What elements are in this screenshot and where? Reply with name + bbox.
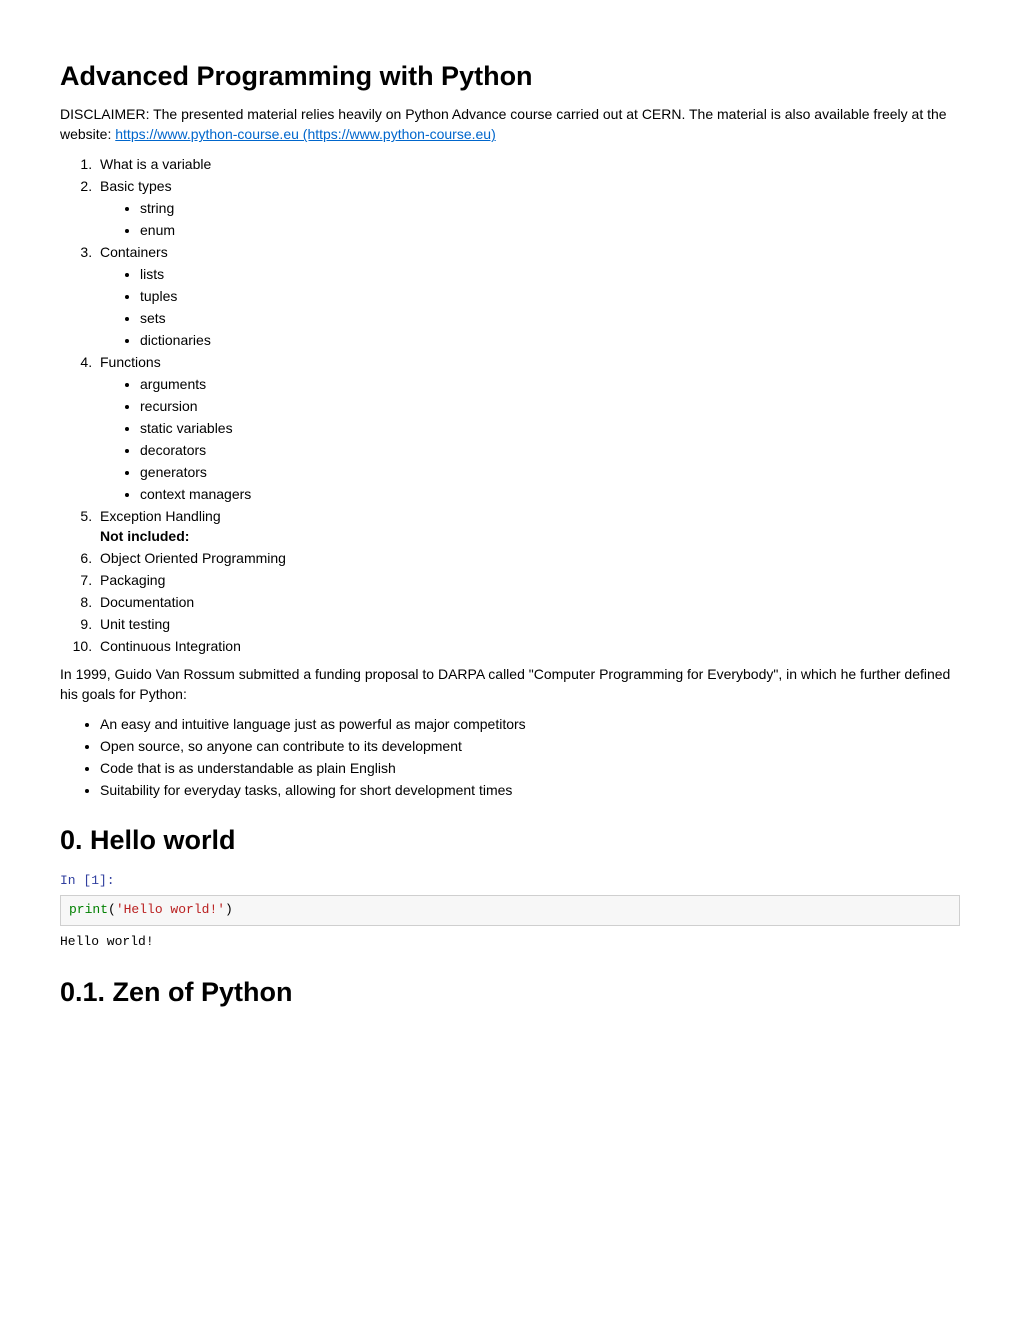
toc-subitem: sets xyxy=(140,308,960,328)
toc-item: Unit testing xyxy=(96,614,960,634)
disclaimer-paragraph: DISCLAIMER: The presented material relie… xyxy=(60,104,960,144)
toc-item-label: Containers xyxy=(100,244,168,260)
history-paragraph: In 1999, Guido Van Rossum submitted a fu… xyxy=(60,664,960,704)
toc-item: Basic types string enum xyxy=(96,176,960,240)
toc-subitem: string xyxy=(140,198,960,218)
toc-item: Documentation xyxy=(96,592,960,612)
section-heading-0: 0. Hello world xyxy=(60,824,960,856)
code-paren: ) xyxy=(225,902,233,917)
toc-item-label: Basic types xyxy=(100,178,172,194)
code-paren: ( xyxy=(108,902,116,917)
toc-item: Containers lists tuples sets dictionarie… xyxy=(96,242,960,350)
toc-item: Continuous Integration xyxy=(96,636,960,656)
toc-subitem: static variables xyxy=(140,418,960,438)
toc-subitem: enum xyxy=(140,220,960,240)
cell-output: Hello world! xyxy=(60,932,960,952)
toc-sublist: arguments recursion static variables dec… xyxy=(100,374,960,504)
page-title: Advanced Programming with Python xyxy=(60,60,960,92)
toc-subitem: dictionaries xyxy=(140,330,960,350)
goals-list: An easy and intuitive language just as p… xyxy=(60,714,960,800)
toc-sublist: lists tuples sets dictionaries xyxy=(100,264,960,350)
toc-item-label: Exception Handling xyxy=(100,508,221,524)
toc-subitem: generators xyxy=(140,462,960,482)
goal-item: Open source, so anyone can contribute to… xyxy=(100,736,960,756)
toc-item: Packaging xyxy=(96,570,960,590)
toc-subitem: tuples xyxy=(140,286,960,306)
toc-subitem: lists xyxy=(140,264,960,284)
goal-item: Code that is as understandable as plain … xyxy=(100,758,960,778)
toc-item: What is a variable xyxy=(96,154,960,174)
course-link[interactable]: https://www.python-course.eu (https://ww… xyxy=(115,126,496,142)
toc-item: Object Oriented Programming xyxy=(96,548,960,568)
toc-subitem: recursion xyxy=(140,396,960,416)
code-cell[interactable]: print('Hello world!') xyxy=(60,895,960,926)
goal-item: An easy and intuitive language just as p… xyxy=(100,714,960,734)
code-function: print xyxy=(69,902,108,917)
toc-list: What is a variable Basic types string en… xyxy=(60,154,960,656)
toc-item: Exception Handling Not included: xyxy=(96,506,960,546)
toc-sublist: string enum xyxy=(100,198,960,240)
section-heading-01: 0.1. Zen of Python xyxy=(60,976,960,1008)
toc-item-label: Functions xyxy=(100,354,161,370)
input-prompt: In [1]: xyxy=(60,871,960,891)
goal-item: Suitability for everyday tasks, allowing… xyxy=(100,780,960,800)
toc-subitem: arguments xyxy=(140,374,960,394)
not-included-label: Not included: xyxy=(100,528,189,544)
toc-subitem: decorators xyxy=(140,440,960,460)
toc-item: Functions arguments recursion static var… xyxy=(96,352,960,504)
code-string: 'Hello world!' xyxy=(116,902,225,917)
toc-subitem: context managers xyxy=(140,484,960,504)
